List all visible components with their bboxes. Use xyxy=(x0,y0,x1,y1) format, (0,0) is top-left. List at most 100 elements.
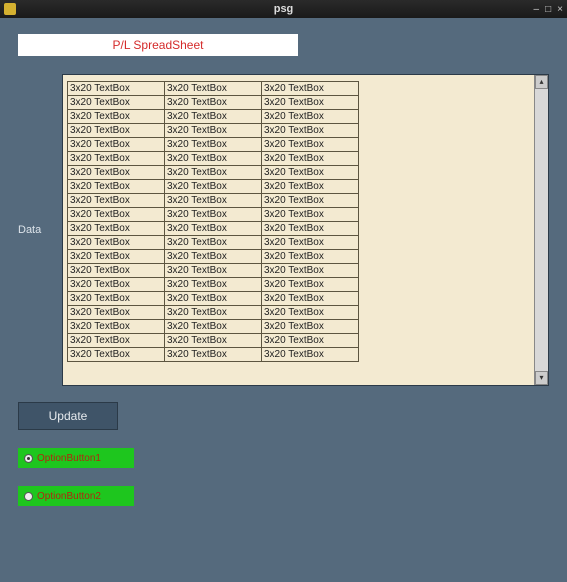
grid-cell-input[interactable] xyxy=(68,250,164,263)
grid-cell-input[interactable] xyxy=(165,306,261,319)
grid-cell-input[interactable] xyxy=(262,278,358,291)
scroll-down-icon[interactable]: ▾ xyxy=(535,371,548,385)
grid-cell-input[interactable] xyxy=(262,82,358,95)
window-content: P/L SpreadSheet Data ▴ ▾ Update OptionBu… xyxy=(0,18,567,522)
grid-cell-input[interactable] xyxy=(68,138,164,151)
grid-cell-input[interactable] xyxy=(262,306,358,319)
grid-cell-input[interactable] xyxy=(165,124,261,137)
table-row xyxy=(68,320,359,334)
table-row xyxy=(68,166,359,180)
update-button[interactable]: Update xyxy=(18,402,118,430)
grid-cell-input[interactable] xyxy=(68,348,164,361)
grid-cell-input[interactable] xyxy=(262,236,358,249)
grid-scroll-frame: ▴ ▾ xyxy=(62,74,549,386)
grid-cell-input[interactable] xyxy=(68,124,164,137)
grid-cell-input[interactable] xyxy=(262,334,358,347)
window-title: psg xyxy=(0,3,567,15)
radio-label: OptionButton2 xyxy=(37,491,101,502)
scroll-track[interactable] xyxy=(535,89,548,371)
grid-cell-input[interactable] xyxy=(165,236,261,249)
grid-cell-input[interactable] xyxy=(165,138,261,151)
grid-cell-input[interactable] xyxy=(165,194,261,207)
grid-cell-input[interactable] xyxy=(68,236,164,249)
grid-cell-input[interactable] xyxy=(165,96,261,109)
table-row xyxy=(68,348,359,362)
grid-cell-input[interactable] xyxy=(165,278,261,291)
table-row xyxy=(68,264,359,278)
grid-cell-input[interactable] xyxy=(68,194,164,207)
grid-cell-input[interactable] xyxy=(165,110,261,123)
grid-cell-input[interactable] xyxy=(68,306,164,319)
sheet-title-field[interactable]: P/L SpreadSheet xyxy=(18,34,298,56)
maximize-icon[interactable]: □ xyxy=(545,4,551,15)
radio-option-2[interactable]: OptionButton2 xyxy=(18,486,134,506)
data-grid xyxy=(67,81,359,362)
grid-cell-input[interactable] xyxy=(262,292,358,305)
grid-cell-input[interactable] xyxy=(262,180,358,193)
sheet-title-text: P/L SpreadSheet xyxy=(113,38,204,52)
grid-cell-input[interactable] xyxy=(262,138,358,151)
grid-cell-input[interactable] xyxy=(165,320,261,333)
grid-cell-input[interactable] xyxy=(68,334,164,347)
grid-cell-input[interactable] xyxy=(165,264,261,277)
table-row xyxy=(68,306,359,320)
grid-cell-input[interactable] xyxy=(68,152,164,165)
grid-cell-input[interactable] xyxy=(262,194,358,207)
table-row xyxy=(68,250,359,264)
grid-cell-input[interactable] xyxy=(262,124,358,137)
grid-cell-input[interactable] xyxy=(165,166,261,179)
grid-cell-input[interactable] xyxy=(68,82,164,95)
grid-cell-input[interactable] xyxy=(68,166,164,179)
grid-wrap xyxy=(63,75,534,385)
radio-group: OptionButton1 OptionButton2 xyxy=(18,448,549,506)
grid-cell-input[interactable] xyxy=(68,292,164,305)
grid-cell-input[interactable] xyxy=(68,278,164,291)
table-row xyxy=(68,236,359,250)
grid-cell-input[interactable] xyxy=(262,348,358,361)
grid-cell-input[interactable] xyxy=(165,292,261,305)
data-label: Data xyxy=(18,224,58,236)
grid-cell-input[interactable] xyxy=(68,264,164,277)
grid-cell-input[interactable] xyxy=(262,222,358,235)
grid-cell-input[interactable] xyxy=(165,152,261,165)
table-row xyxy=(68,194,359,208)
grid-cell-input[interactable] xyxy=(165,222,261,235)
table-row xyxy=(68,222,359,236)
grid-cell-input[interactable] xyxy=(68,110,164,123)
grid-cell-input[interactable] xyxy=(165,250,261,263)
radio-label: OptionButton1 xyxy=(37,453,101,464)
grid-cell-input[interactable] xyxy=(262,96,358,109)
grid-cell-input[interactable] xyxy=(262,208,358,221)
app-icon xyxy=(4,3,16,15)
grid-cell-input[interactable] xyxy=(165,208,261,221)
grid-cell-input[interactable] xyxy=(68,208,164,221)
grid-cell-input[interactable] xyxy=(262,152,358,165)
radio-option-1[interactable]: OptionButton1 xyxy=(18,448,134,468)
table-row xyxy=(68,208,359,222)
table-row xyxy=(68,292,359,306)
grid-cell-input[interactable] xyxy=(165,348,261,361)
vertical-scrollbar[interactable]: ▴ ▾ xyxy=(534,75,548,385)
radio-icon xyxy=(24,454,33,463)
grid-cell-input[interactable] xyxy=(262,250,358,263)
grid-cell-input[interactable] xyxy=(68,222,164,235)
table-row xyxy=(68,82,359,96)
grid-cell-input[interactable] xyxy=(165,180,261,193)
grid-cell-input[interactable] xyxy=(262,264,358,277)
table-row xyxy=(68,278,359,292)
grid-cell-input[interactable] xyxy=(68,96,164,109)
table-row xyxy=(68,334,359,348)
grid-cell-input[interactable] xyxy=(68,180,164,193)
grid-cell-input[interactable] xyxy=(165,334,261,347)
window-titlebar: psg – □ × xyxy=(0,0,567,18)
grid-cell-input[interactable] xyxy=(262,110,358,123)
minimize-icon[interactable]: – xyxy=(534,4,540,15)
grid-cell-input[interactable] xyxy=(68,320,164,333)
scroll-up-icon[interactable]: ▴ xyxy=(535,75,548,89)
table-row xyxy=(68,124,359,138)
close-icon[interactable]: × xyxy=(557,4,563,15)
grid-cell-input[interactable] xyxy=(262,320,358,333)
grid-cell-input[interactable] xyxy=(165,82,261,95)
window-controls: – □ × xyxy=(534,4,563,15)
grid-cell-input[interactable] xyxy=(262,166,358,179)
